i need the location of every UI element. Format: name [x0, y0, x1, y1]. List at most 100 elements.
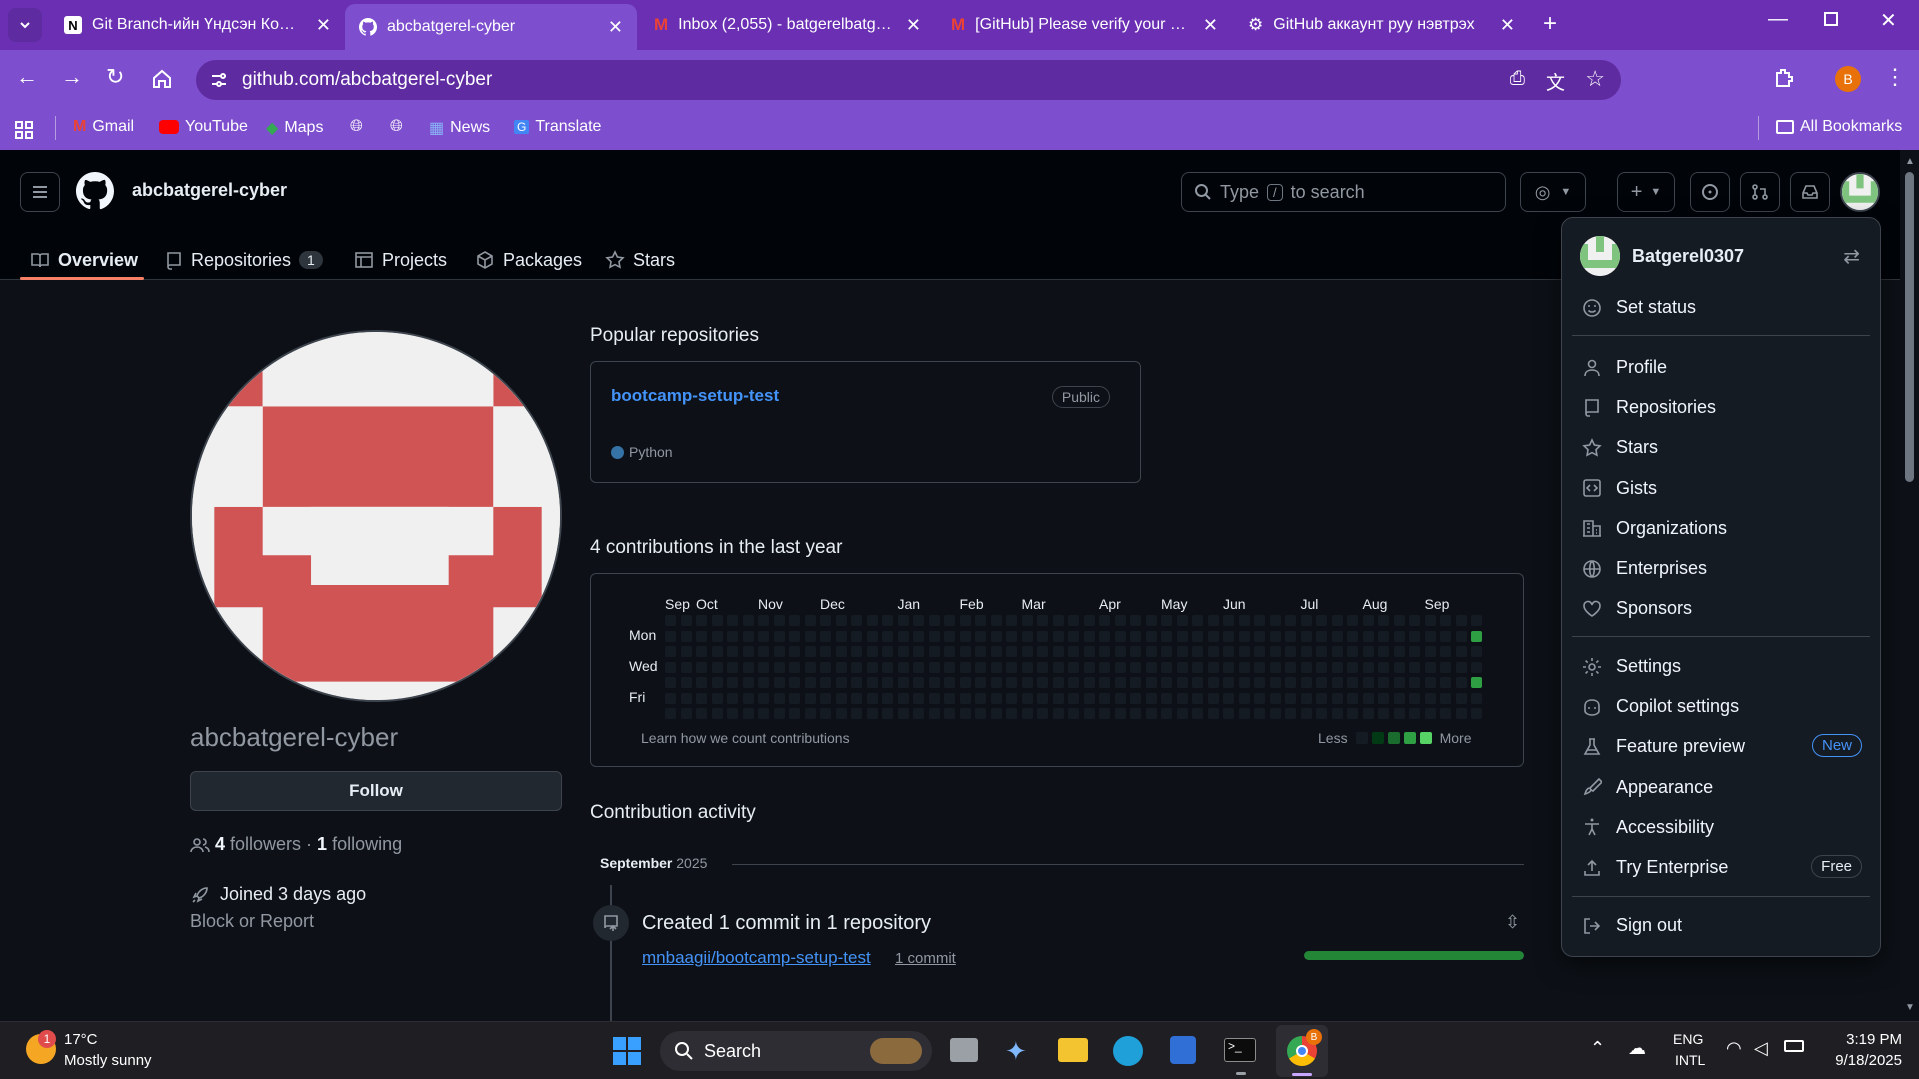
contribution-cell[interactable] [866, 692, 878, 704]
contribution-cell[interactable] [1145, 646, 1157, 657]
contribution-cell[interactable] [1316, 615, 1327, 626]
contribution-cell[interactable] [897, 630, 909, 642]
contribution-cell[interactable] [1037, 661, 1048, 673]
contribution-cell[interactable] [990, 630, 1002, 642]
bookmark-maps[interactable]: ◆ Maps [266, 118, 323, 138]
contribution-cell[interactable] [944, 630, 955, 642]
contribution-cell[interactable] [1068, 661, 1079, 673]
contribution-cell[interactable] [1021, 661, 1033, 673]
contribution-cell[interactable] [1238, 661, 1250, 673]
contribution-cell[interactable] [1006, 692, 1017, 704]
contribution-cell[interactable] [959, 692, 971, 704]
contribution-cell[interactable] [1471, 661, 1482, 673]
contribution-cell[interactable] [882, 630, 893, 642]
forward-button[interactable]: → [61, 64, 83, 90]
event-title[interactable]: Created 1 commit in 1 repository [642, 912, 931, 935]
contribution-cell[interactable] [1223, 692, 1234, 704]
contribution-cell[interactable] [1393, 661, 1405, 673]
contribution-cell[interactable] [1145, 677, 1157, 688]
contribution-cell[interactable] [1409, 708, 1420, 719]
contribution-cell[interactable] [1083, 661, 1095, 673]
clock-time[interactable]: 3:19 PM [1832, 1031, 1902, 1048]
contribution-cell[interactable] [727, 692, 738, 704]
contribution-cell[interactable] [835, 615, 847, 626]
back-button[interactable]: ← [16, 64, 38, 90]
contribution-cell[interactable] [1037, 646, 1048, 657]
contribution-cell[interactable] [1037, 692, 1048, 704]
contribution-cell[interactable] [913, 677, 924, 688]
contribution-cell[interactable] [773, 615, 785, 626]
contribution-cell[interactable] [882, 646, 893, 657]
contribution-cell[interactable] [928, 677, 940, 688]
contribution-cell[interactable] [1207, 615, 1219, 626]
contribution-cell[interactable] [773, 646, 785, 657]
contribution-cell[interactable] [1331, 630, 1343, 642]
contribution-cell[interactable] [1409, 661, 1420, 673]
contribution-cell[interactable] [1285, 630, 1296, 642]
contribution-cell[interactable] [1269, 677, 1281, 688]
menu-item-accessibility[interactable]: Accessibility [1582, 817, 1714, 838]
contribution-cell[interactable] [1161, 646, 1172, 657]
follow-button[interactable]: Follow [190, 771, 562, 811]
create-new-button[interactable]: + ▼ [1617, 172, 1675, 212]
contribution-cell[interactable] [1471, 692, 1482, 704]
contribution-cell[interactable] [665, 646, 676, 657]
contribution-cell[interactable] [1083, 677, 1095, 688]
contribution-cell[interactable] [990, 661, 1002, 673]
contribution-cell[interactable] [1455, 630, 1467, 642]
bookmark-youtube[interactable]: YouTube [159, 118, 248, 136]
contribution-cell[interactable] [975, 615, 986, 626]
site-settings-icon[interactable] [210, 71, 228, 89]
contribution-cell[interactable] [804, 630, 816, 642]
edge-icon[interactable] [1113, 1036, 1143, 1066]
contribution-cell[interactable] [711, 677, 723, 688]
contribution-cell[interactable] [1083, 708, 1095, 719]
contribution-cell[interactable] [1207, 646, 1219, 657]
contribution-cell[interactable] [1068, 615, 1079, 626]
contribution-cell[interactable] [1331, 661, 1343, 673]
contribution-cell[interactable] [1207, 708, 1219, 719]
contribution-cell[interactable] [975, 646, 986, 657]
contribution-cell[interactable] [1223, 708, 1234, 719]
contribution-cell[interactable] [789, 646, 800, 657]
contribution-cell[interactable] [1269, 630, 1281, 642]
contribution-cell[interactable] [1331, 615, 1343, 626]
contribution-cell[interactable] [1161, 661, 1172, 673]
contribution-cell[interactable] [1362, 661, 1374, 673]
contribution-cell[interactable] [758, 630, 769, 642]
close-icon[interactable]: ✕ [316, 15, 331, 36]
contribution-cell[interactable] [1238, 677, 1250, 688]
contribution-cell[interactable] [1331, 708, 1343, 719]
contribution-cell[interactable] [1130, 630, 1141, 642]
contribution-cell[interactable] [742, 708, 754, 719]
contribution-cell[interactable] [665, 615, 676, 626]
contribution-cell[interactable] [758, 692, 769, 704]
contribution-cell[interactable] [1424, 615, 1436, 626]
contribution-cell[interactable] [1471, 677, 1482, 688]
contribution-cell[interactable] [1145, 615, 1157, 626]
following-label[interactable]: following [332, 834, 402, 855]
contribution-cell[interactable] [1393, 708, 1405, 719]
contribution-cell[interactable] [1021, 615, 1033, 626]
contribution-cell[interactable] [711, 646, 723, 657]
contribution-cell[interactable] [1238, 630, 1250, 642]
contribution-cell[interactable] [711, 661, 723, 673]
contribution-cell[interactable] [944, 661, 955, 673]
contribution-cell[interactable] [1254, 677, 1265, 688]
contribution-cell[interactable] [1207, 677, 1219, 688]
contribution-cell[interactable] [680, 708, 692, 719]
contribution-cell[interactable] [773, 630, 785, 642]
contribution-cell[interactable] [1161, 615, 1172, 626]
contribution-cell[interactable] [1145, 692, 1157, 704]
contribution-cell[interactable] [1114, 615, 1126, 626]
contribution-cell[interactable] [1176, 646, 1188, 657]
contribution-cell[interactable] [1052, 708, 1064, 719]
contribution-cell[interactable] [1393, 646, 1405, 657]
clock-date[interactable]: 9/18/2025 [1812, 1052, 1902, 1069]
contribution-cell[interactable] [851, 677, 862, 688]
contribution-cell[interactable] [665, 661, 676, 673]
contribution-cell[interactable] [1176, 692, 1188, 704]
contribution-cell[interactable] [1114, 708, 1126, 719]
bookmark-news[interactable]: ▦ News [429, 118, 490, 138]
chrome-taskbar-button[interactable]: B [1276, 1025, 1328, 1077]
